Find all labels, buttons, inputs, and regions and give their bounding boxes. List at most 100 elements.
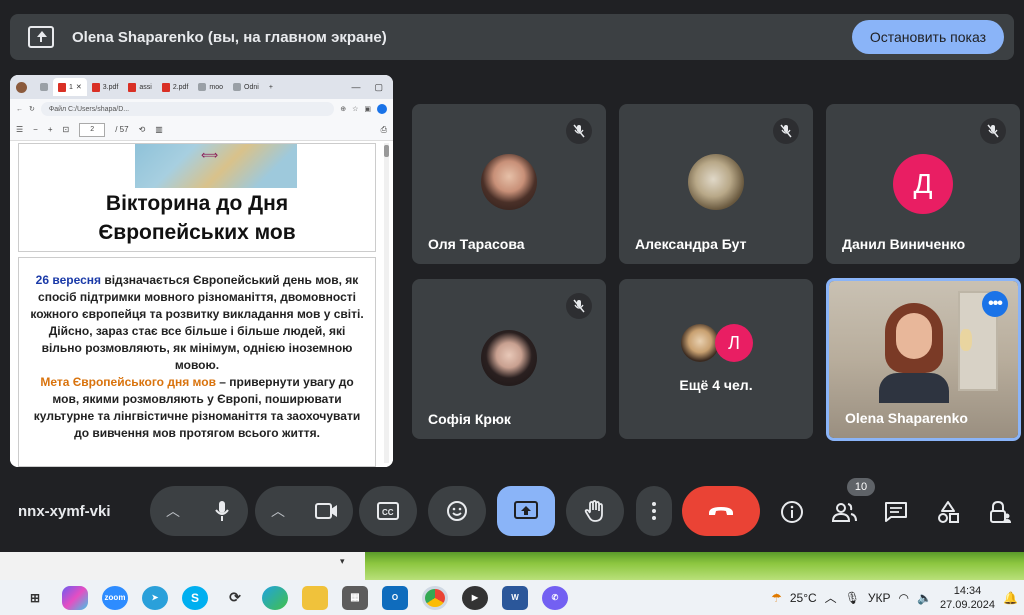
url-field[interactable]: Файл C:/Users/shapa/D... <box>40 102 335 116</box>
media-player-icon[interactable]: ▶ <box>462 585 488 610</box>
people-count-badge: 10 <box>847 478 875 496</box>
browser-tab-active[interactable]: 1 ✕ <box>53 78 87 96</box>
new-tab-button[interactable]: + <box>264 78 278 96</box>
collections-icon[interactable]: ▣ <box>364 105 371 113</box>
show-hidden-icon[interactable]: ︿ <box>825 589 837 606</box>
view-icon[interactable]: ▥ <box>155 125 163 134</box>
emoji-icon <box>447 501 467 521</box>
more-options-button[interactable] <box>636 486 672 536</box>
hand-icon <box>584 500 603 522</box>
fit-icon[interactable]: ⊡ <box>63 125 70 134</box>
browser-tab[interactable]: 3.pdf <box>87 78 124 96</box>
camera-options-chevron-icon[interactable]: ︿ <box>255 501 301 521</box>
people-button[interactable] <box>828 496 860 528</box>
stop-presenting-button[interactable]: Остановить показ <box>851 20 1004 54</box>
info-icon <box>781 501 803 523</box>
captions-button[interactable]: CC <box>359 486 417 536</box>
save-icon[interactable]: ⎙ <box>381 125 387 135</box>
profile-avatar[interactable] <box>16 81 27 93</box>
telegram-icon[interactable]: ➤ <box>142 585 168 610</box>
zoom-icon[interactable]: ⊕ <box>340 105 346 113</box>
pdf-toolbar: ☰ − + ⊡ 2 / 57 ⟲ ▥ ⎙ <box>10 119 393 141</box>
star-icon[interactable]: ☆ <box>352 105 358 113</box>
task-view-icon[interactable]: ⊞ <box>22 586 48 610</box>
activities-button[interactable] <box>932 496 964 528</box>
edge-icon[interactable] <box>262 585 288 610</box>
sync-app-icon[interactable]: ⟳ <box>222 586 248 610</box>
language-indicator[interactable]: УКР <box>868 591 891 605</box>
word-icon[interactable]: W <box>502 585 528 610</box>
reload-icon[interactable]: ↻ <box>29 105 35 113</box>
zoom-in-icon[interactable]: + <box>48 125 53 134</box>
participant-tile[interactable]: Александра Бут <box>619 104 813 264</box>
hang-up-icon <box>709 507 733 515</box>
wifi-icon[interactable]: ◠ <box>899 591 909 605</box>
viber-icon[interactable]: ✆ <box>542 585 568 610</box>
chrome-icon[interactable] <box>422 585 448 610</box>
chat-button[interactable] <box>880 496 912 528</box>
rotate-icon[interactable]: ⟲ <box>139 125 146 134</box>
notifications-icon[interactable]: 🔔 <box>1003 591 1018 605</box>
reactions-button[interactable] <box>428 486 486 536</box>
browser-tab[interactable]: assi <box>123 78 156 96</box>
others-tile[interactable]: Л Ещё 4 чел. <box>619 279 813 439</box>
participant-tile[interactable]: Д Данил Виниченко <box>826 104 1020 264</box>
participant-photo <box>688 154 744 210</box>
volume-icon[interactable]: 🔈 <box>917 591 932 605</box>
camera-button[interactable] <box>301 486 353 536</box>
page-total: / 57 <box>115 125 129 134</box>
slide-title-card: ⟺ Вікторина до Дня Європейських мов <box>18 143 376 252</box>
participant-tile[interactable]: Софія Крюк <box>412 279 606 439</box>
participant-initial-avatar: Д <box>893 154 953 214</box>
maximize-icon[interactable]: ▢ <box>374 82 383 93</box>
browser-tab[interactable]: Odni <box>228 78 264 96</box>
more-options-icon[interactable]: ••• <box>982 291 1008 317</box>
host-controls-button[interactable] <box>984 496 1016 528</box>
skype-icon[interactable]: S <box>182 585 208 610</box>
outlook-icon[interactable]: O <box>382 585 408 610</box>
presenting-banner: Olena Shaparenko (вы, на главном экране)… <box>10 14 1014 60</box>
mic-tray-icon[interactable]: 🎙 <box>845 591 860 605</box>
copilot-icon[interactable] <box>377 104 387 114</box>
participant-name: Александра Бут <box>635 236 747 252</box>
participant-tile[interactable]: Оля Тарасова <box>412 104 606 264</box>
browser-tab[interactable]: moo <box>193 78 228 96</box>
weather-temp[interactable]: 25°C <box>790 591 817 605</box>
meeting-details-button[interactable] <box>776 496 808 528</box>
mic-options-chevron-icon[interactable]: ︿ <box>150 501 196 521</box>
participant-name: Оля Тарасова <box>428 236 525 252</box>
pdf-scrollbar[interactable] <box>384 143 389 463</box>
address-bar: ← ↻ Файл C:/Users/shapa/D... ⊕ ☆ ▣ <box>10 99 393 119</box>
minimize-icon[interactable]: — <box>351 82 360 93</box>
more-vert-icon <box>652 502 656 520</box>
scroll-down-icon[interactable]: ▾ <box>340 556 362 576</box>
zoom-app-icon[interactable]: zoom <box>102 585 128 610</box>
captions-icon: CC <box>377 502 399 520</box>
leave-call-button[interactable] <box>682 486 760 536</box>
browser-tab[interactable]: 2.pdf <box>157 78 194 96</box>
europe-map-image: ⟺ <box>135 144 297 188</box>
clock[interactable]: 14:34 27.09.2024 <box>940 584 995 612</box>
present-now-button[interactable] <box>497 486 555 536</box>
page-number-input[interactable]: 2 <box>79 122 106 137</box>
camera-icon <box>315 503 337 519</box>
mic-off-icon <box>980 118 1006 144</box>
back-icon[interactable]: ← <box>16 106 23 113</box>
presenting-title: Olena Shaparenko (вы, на главном экране) <box>72 28 387 46</box>
zoom-out-icon[interactable]: − <box>33 125 38 134</box>
file-explorer-icon[interactable] <box>302 585 328 610</box>
slide-text-card: 26 вересня відзначається Європейський де… <box>18 257 376 467</box>
meeting-code: nnx-xymf-vki <box>18 503 111 520</box>
tab-icon[interactable] <box>35 78 53 96</box>
present-screen-icon <box>28 26 54 48</box>
raise-hand-button[interactable] <box>566 486 624 536</box>
calculator-icon[interactable]: ▦ <box>342 585 368 610</box>
self-video-tile[interactable]: ••• Olena Shaparenko <box>826 278 1021 441</box>
activities-icon <box>938 501 959 523</box>
weather-icon[interactable]: ☂ <box>771 591 782 605</box>
mic-button[interactable] <box>196 486 248 536</box>
windows-taskbar: ⊞ zoom ➤ S ⟳ ▦ O ▶ W ✆ ☂ 25°C ︿ 🎙 УКР ◠ … <box>0 580 1024 615</box>
contents-icon[interactable]: ☰ <box>16 125 23 134</box>
copilot-taskbar-icon[interactable] <box>62 585 88 610</box>
chat-icon <box>885 502 907 522</box>
